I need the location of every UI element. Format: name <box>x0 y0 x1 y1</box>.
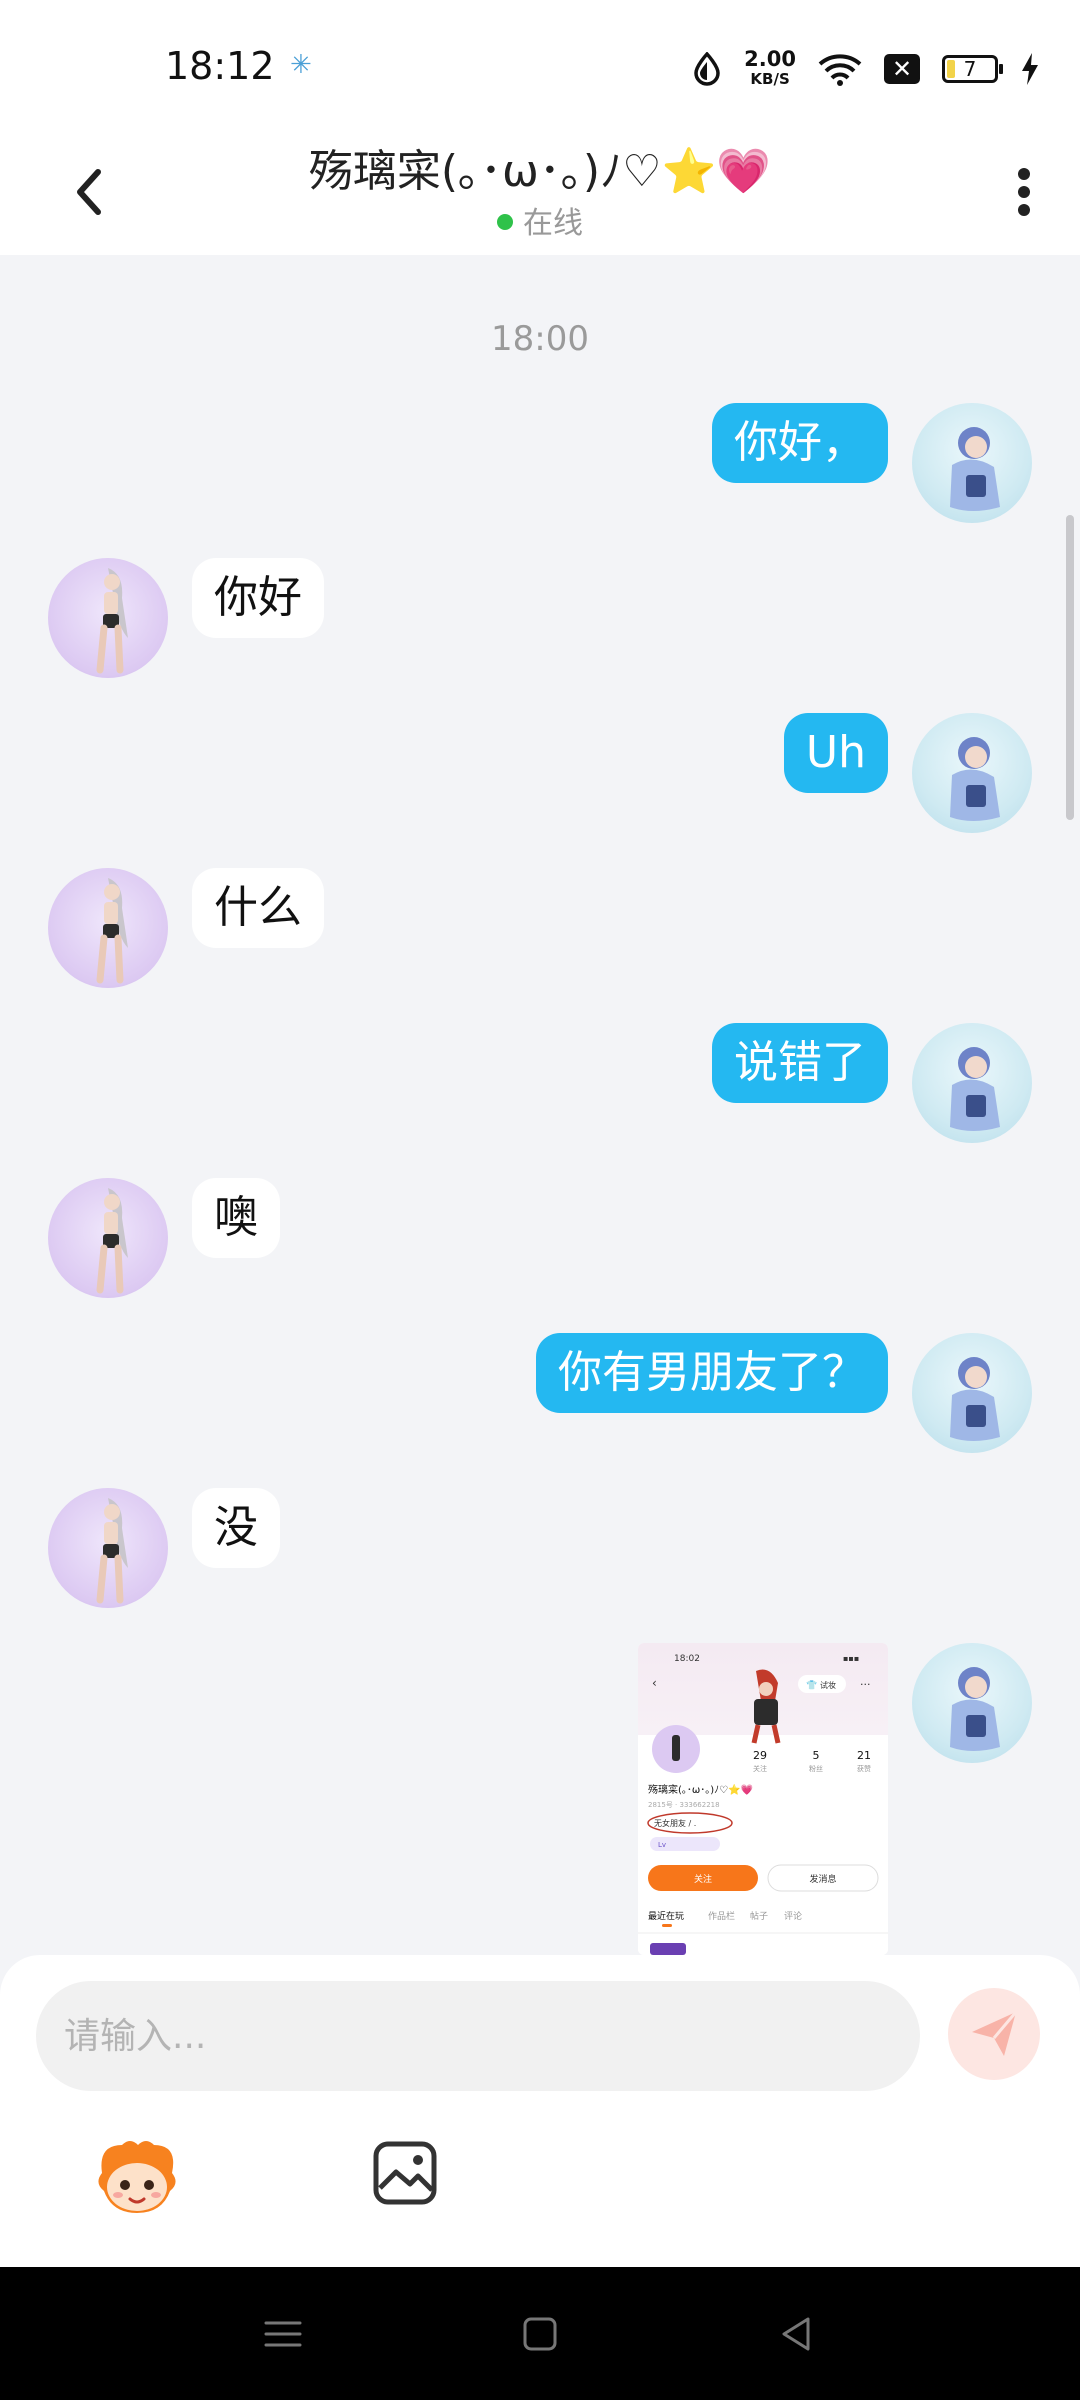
shot-follow-button: 关注 <box>694 1873 712 1885</box>
contact-name: 殇璃寀(｡･ω･｡)ﾉ♡⭐💗 <box>308 146 772 197</box>
shot-name: 殇璃寀(｡･ω･｡)ﾉ♡⭐💗 <box>648 1783 754 1796</box>
system-back-button[interactable] <box>772 2309 822 2359</box>
shot-id: 2815号 · 333662218 <box>648 1801 720 1809</box>
wifi-icon <box>818 54 862 86</box>
notification-icon: ✳ <box>290 50 312 80</box>
network-speed-unit: KB/S <box>750 70 790 88</box>
system-nav-bar <box>0 2267 1080 2400</box>
send-button[interactable] <box>948 1988 1040 2080</box>
screenshot-image: 18:02 ▪▪▪ ‹ 👕 试妆 ··· 29 关注 5 粉丝 21 获赞 殇璃… <box>638 1643 888 1955</box>
message-bubble-sent[interactable]: Uh <box>783 713 888 793</box>
avatar-image <box>96 1498 128 1604</box>
status-icons: 2.00 KB/S ✕ 7 <box>692 45 1040 93</box>
status-bar: 18:12 ✳ 2.00 KB/S ✕ 7 <box>0 0 1080 130</box>
avatar-image <box>950 737 1000 821</box>
shot-stat-value: 29 <box>753 1749 767 1762</box>
message-bubble-sent[interactable]: 说错了 <box>712 1023 888 1103</box>
shot-top-button: 试妆 <box>820 1680 836 1690</box>
input-panel <box>0 1955 1080 2267</box>
square-icon <box>523 2317 557 2351</box>
image-button[interactable] <box>372 2140 438 2206</box>
shot-stat-value: 5 <box>813 1749 820 1762</box>
my-avatar[interactable] <box>912 1333 1032 1453</box>
contact-avatar[interactable] <box>48 558 168 678</box>
avatar-image <box>96 1188 128 1294</box>
network-speed-value: 2.00 <box>744 47 796 71</box>
my-avatar[interactable] <box>912 713 1032 833</box>
mascot-sticker-icon <box>98 2141 176 2213</box>
avatar-image <box>950 1047 1000 1131</box>
message-input[interactable] <box>36 1981 920 2091</box>
menu-icon <box>264 2321 302 2347</box>
home-button[interactable] <box>515 2309 565 2359</box>
message-bubble-received[interactable]: 没 <box>192 1488 280 1568</box>
shot-time: 18:02 <box>674 1654 700 1664</box>
battery-level: 7 <box>963 57 977 81</box>
message-bubble-received[interactable]: 什么 <box>192 868 324 948</box>
recents-button[interactable] <box>258 2309 308 2359</box>
triangle-back-icon <box>782 2317 810 2351</box>
avatar-image <box>950 427 1000 511</box>
message-list[interactable]: 18:00 你好， 你好 Uh 什么 说错了 噢 你有男朋友了？ 没 18:02… <box>0 255 1080 1955</box>
message-bubble-received[interactable]: 你好 <box>192 558 324 638</box>
battery-icon: 7 <box>942 55 1003 83</box>
more-vertical-icon <box>1018 168 1030 216</box>
shot-tag: Lv <box>658 1841 666 1849</box>
online-status-label: 在线 <box>523 206 583 241</box>
shot-tab: 最近在玩 <box>648 1910 684 1922</box>
shot-tab: 评论 <box>784 1910 802 1922</box>
avatar-image <box>950 1357 1000 1441</box>
shot-stat-value: 21 <box>857 1749 871 1762</box>
avatar-image <box>96 568 128 674</box>
status-time: 18:12 <box>165 44 275 88</box>
avatar-image <box>950 1667 1000 1751</box>
network-speed: 2.00 KB/S <box>744 49 796 89</box>
message-bubble-sent[interactable]: 你好， <box>712 403 888 483</box>
svg-text:▪▪▪: ▪▪▪ <box>843 1654 859 1663</box>
my-avatar[interactable] <box>912 403 1032 523</box>
shot-tab: 作品栏 <box>708 1910 735 1922</box>
svg-text:👕: 👕 <box>806 1680 817 1691</box>
sticker-button[interactable] <box>92 2137 182 2217</box>
chat-header: 殇璃寀(｡･ω･｡)ﾉ♡⭐💗 在线 <box>0 130 1080 255</box>
contact-avatar[interactable] <box>48 868 168 988</box>
online-dot-icon <box>497 214 513 230</box>
shot-stat-label: 获赞 <box>857 1764 871 1773</box>
svg-text:‹: ‹ <box>652 1676 657 1690</box>
message-bubble-sent[interactable]: 你有男朋友了？ <box>536 1333 888 1413</box>
online-status: 在线 <box>0 198 1080 242</box>
shot-bio: 无女朋友 / . <box>654 1818 696 1828</box>
send-icon <box>972 2011 1018 2056</box>
avatar-image <box>96 878 128 984</box>
contact-avatar[interactable] <box>48 1178 168 1298</box>
shot-stat-label: 关注 <box>753 1764 767 1773</box>
data-saver-icon <box>694 52 720 86</box>
charging-icon <box>1022 53 1038 85</box>
no-sim-icon: ✕ <box>884 54 920 84</box>
svg-text:···: ··· <box>860 1678 871 1691</box>
message-timestamp: 18:00 <box>491 319 589 359</box>
my-avatar[interactable] <box>912 1643 1032 1763</box>
my-avatar[interactable] <box>912 1023 1032 1143</box>
more-options-button[interactable] <box>990 150 1050 230</box>
shot-stat-label: 粉丝 <box>809 1764 823 1773</box>
image-message[interactable]: 18:02 ▪▪▪ ‹ 👕 试妆 ··· 29 关注 5 粉丝 21 获赞 殇璃… <box>638 1643 888 1955</box>
shot-message-button: 发消息 <box>809 1873 836 1885</box>
scrollbar[interactable] <box>1066 515 1074 820</box>
image-icon <box>373 2141 437 2205</box>
message-bubble-received[interactable]: 噢 <box>192 1178 280 1258</box>
contact-avatar[interactable] <box>48 1488 168 1608</box>
shot-tab: 帖子 <box>750 1910 768 1922</box>
